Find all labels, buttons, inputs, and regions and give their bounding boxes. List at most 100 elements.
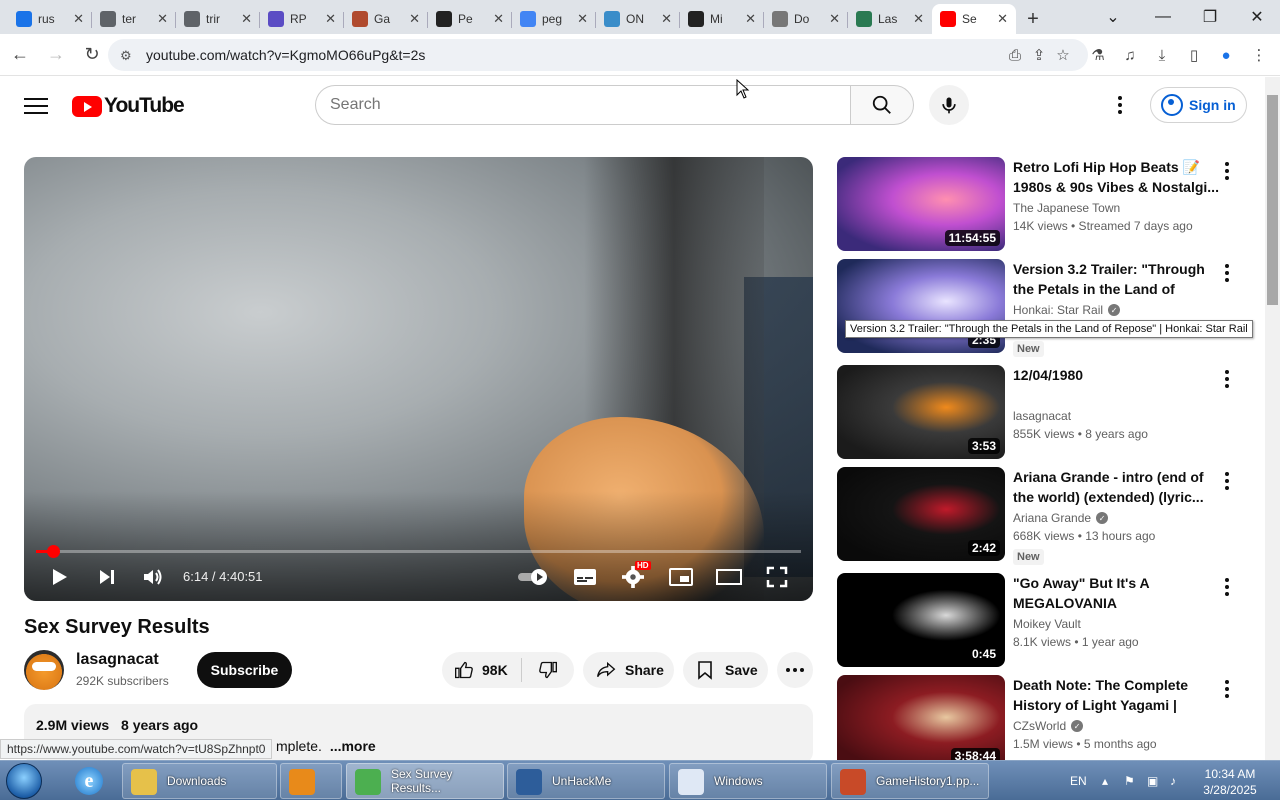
share-button[interactable]: Share bbox=[583, 652, 674, 688]
video-menu-icon[interactable] bbox=[1217, 263, 1237, 283]
video-menu-icon[interactable] bbox=[1217, 679, 1237, 699]
back-button[interactable]: ← bbox=[4, 39, 36, 71]
dislike-button[interactable] bbox=[522, 660, 574, 680]
tab-close-icon[interactable]: ✕ bbox=[325, 11, 336, 27]
new-tab-button[interactable]: + bbox=[1016, 4, 1050, 34]
browser-tab[interactable]: Las ✕ bbox=[848, 4, 932, 34]
tab-close-icon[interactable]: ✕ bbox=[913, 11, 924, 27]
more-link[interactable]: ...more bbox=[330, 738, 376, 754]
subscribe-button[interactable]: Subscribe bbox=[197, 652, 292, 688]
video-thumbnail[interactable]: 3:53 bbox=[837, 365, 1005, 459]
share-page-icon[interactable]: ⇪ bbox=[1028, 44, 1050, 66]
tab-close-icon[interactable]: ✕ bbox=[745, 11, 756, 27]
recommended-video[interactable]: 11:54:55 Retro Lofi Hip Hop Beats 📝 1980s… bbox=[837, 157, 1247, 251]
start-button[interactable] bbox=[6, 763, 42, 799]
browser-tab[interactable]: Se ✕ bbox=[932, 4, 1016, 34]
browser-tab[interactable]: ter ✕ bbox=[92, 4, 176, 34]
browser-tab[interactable]: ON ✕ bbox=[596, 4, 680, 34]
volume-tray-icon[interactable]: ♪ bbox=[1170, 761, 1176, 801]
channel-name[interactable]: Ariana Grande ✓ bbox=[1013, 511, 1109, 525]
tab-close-icon[interactable]: ✕ bbox=[661, 11, 672, 27]
reload-button[interactable]: ↻ bbox=[76, 39, 108, 71]
video-title[interactable]: Version 3.2 Trailer: "Through the Petals… bbox=[1013, 259, 1219, 299]
profile-icon[interactable]: ● bbox=[1215, 44, 1237, 66]
bookmark-star-icon[interactable]: ☆ bbox=[1052, 44, 1074, 66]
search-box[interactable] bbox=[315, 85, 851, 125]
tray-expand-icon[interactable]: ▴ bbox=[1102, 761, 1108, 801]
tab-close-icon[interactable]: ✕ bbox=[577, 11, 588, 27]
site-info-icon[interactable]: ⚙ bbox=[120, 48, 134, 63]
browser-tab[interactable]: Mi ✕ bbox=[680, 4, 764, 34]
recommended-video[interactable]: 3:53 12/04/1980 lasagnacat 855K views • 8 y… bbox=[837, 365, 1247, 459]
browser-tab[interactable]: Ga ✕ bbox=[344, 4, 428, 34]
video-thumbnail[interactable]: 11:54:55 bbox=[837, 157, 1005, 251]
tab-close-icon[interactable]: ✕ bbox=[997, 11, 1008, 27]
browser-tab[interactable]: Do ✕ bbox=[764, 4, 848, 34]
media-controls-icon[interactable]: ♫ bbox=[1119, 44, 1141, 66]
video-menu-icon[interactable] bbox=[1217, 369, 1237, 389]
taskbar-button[interactable] bbox=[280, 763, 342, 799]
mute-button[interactable] bbox=[140, 563, 166, 591]
video-thumbnail[interactable]: 3:58:44 bbox=[837, 675, 1005, 769]
play-button[interactable] bbox=[46, 563, 72, 591]
video-title[interactable]: Ariana Grande - intro (end of the world)… bbox=[1013, 467, 1219, 507]
search-button[interactable] bbox=[850, 85, 914, 125]
tab-close-icon[interactable]: ✕ bbox=[829, 11, 840, 27]
channel-name[interactable]: lasagnacat bbox=[76, 651, 159, 669]
video-menu-icon[interactable] bbox=[1217, 577, 1237, 597]
miniplayer-button[interactable] bbox=[667, 563, 695, 591]
progress-bar[interactable] bbox=[36, 545, 801, 558]
recommended-video[interactable]: 2:42 Ariana Grande - intro (end of the wo… bbox=[837, 467, 1247, 565]
downloads-icon[interactable]: ⤓ bbox=[1151, 44, 1173, 66]
tab-close-icon[interactable]: ✕ bbox=[157, 11, 168, 27]
save-button[interactable]: Save bbox=[683, 652, 768, 688]
forward-button[interactable]: → bbox=[40, 39, 72, 71]
address-bar[interactable]: ⚙ youtube.com/watch?v=KgmoMO66uPg&t=2s bbox=[108, 39, 1088, 71]
channel-name[interactable]: Honkai: Star Rail ✓ bbox=[1013, 303, 1121, 317]
side-panel-icon[interactable]: ▯ bbox=[1183, 44, 1205, 66]
internet-explorer-icon[interactable]: e bbox=[64, 763, 114, 799]
tab-close-icon[interactable]: ✕ bbox=[241, 11, 252, 27]
language-indicator[interactable]: EN bbox=[1070, 761, 1087, 801]
taskbar-button[interactable]: Windows bbox=[669, 763, 827, 799]
guide-menu-icon[interactable] bbox=[24, 95, 48, 115]
video-player[interactable]: 6:14 / 4:40:51 HD bbox=[24, 157, 813, 601]
channel-name[interactable]: CZsWorld ✓ bbox=[1013, 719, 1084, 733]
settings-button[interactable]: HD bbox=[619, 561, 651, 591]
recommended-video[interactable]: 3:58:44 Death Note: The Complete History … bbox=[837, 675, 1247, 769]
taskbar-button[interactable]: GameHistory1.pp... bbox=[831, 763, 989, 799]
taskbar-button[interactable]: UnHackMe bbox=[507, 763, 665, 799]
network-icon[interactable]: ▣ bbox=[1147, 761, 1158, 801]
video-title[interactable]: 12/04/1980 bbox=[1013, 365, 1219, 385]
close-window-button[interactable]: ✕ bbox=[1234, 0, 1280, 34]
minimize-button[interactable]: — bbox=[1140, 0, 1186, 34]
recommended-video[interactable]: 2:35 Version 3.2 Trailer: "Through the Pe… bbox=[837, 259, 1247, 357]
search-input[interactable] bbox=[330, 96, 851, 114]
install-app-icon[interactable]: ⎙ bbox=[1004, 44, 1026, 66]
system-clock[interactable]: 10:34 AM 3/28/2025 bbox=[1195, 766, 1265, 798]
tab-close-icon[interactable]: ✕ bbox=[409, 11, 420, 27]
video-thumbnail[interactable]: 2:42 bbox=[837, 467, 1005, 561]
video-title[interactable]: Retro Lofi Hip Hop Beats 📝 1980s & 90s V… bbox=[1013, 157, 1219, 197]
scrubber-handle[interactable] bbox=[46, 545, 60, 558]
channel-name[interactable]: lasagnacat bbox=[1013, 409, 1071, 423]
youtube-logo[interactable]: YouTube bbox=[72, 94, 185, 118]
browser-tab[interactable]: trir ✕ bbox=[176, 4, 260, 34]
browser-tab[interactable]: RP ✕ bbox=[260, 4, 344, 34]
voice-search-button[interactable] bbox=[929, 85, 969, 125]
scrollbar-thumb[interactable] bbox=[1267, 95, 1278, 305]
channel-name[interactable]: Moikey Vault bbox=[1013, 617, 1081, 631]
browser-tab[interactable]: rus ✕ bbox=[8, 4, 92, 34]
tab-search-icon[interactable]: ⌄ bbox=[1090, 0, 1136, 34]
extensions-icon[interactable]: ⚗ bbox=[1087, 44, 1109, 66]
video-thumbnail[interactable]: 2:35 bbox=[837, 259, 1005, 353]
action-center-icon[interactable]: ⚑ bbox=[1124, 761, 1135, 801]
more-actions-button[interactable] bbox=[777, 652, 813, 688]
restore-button[interactable]: ❐ bbox=[1187, 0, 1233, 34]
settings-menu-icon[interactable] bbox=[1108, 93, 1132, 117]
taskbar-button[interactable]: Downloads bbox=[122, 763, 277, 799]
video-menu-icon[interactable] bbox=[1217, 161, 1237, 181]
next-button[interactable] bbox=[94, 563, 120, 591]
browser-tab[interactable]: peg ✕ bbox=[512, 4, 596, 34]
channel-avatar[interactable] bbox=[24, 650, 64, 690]
